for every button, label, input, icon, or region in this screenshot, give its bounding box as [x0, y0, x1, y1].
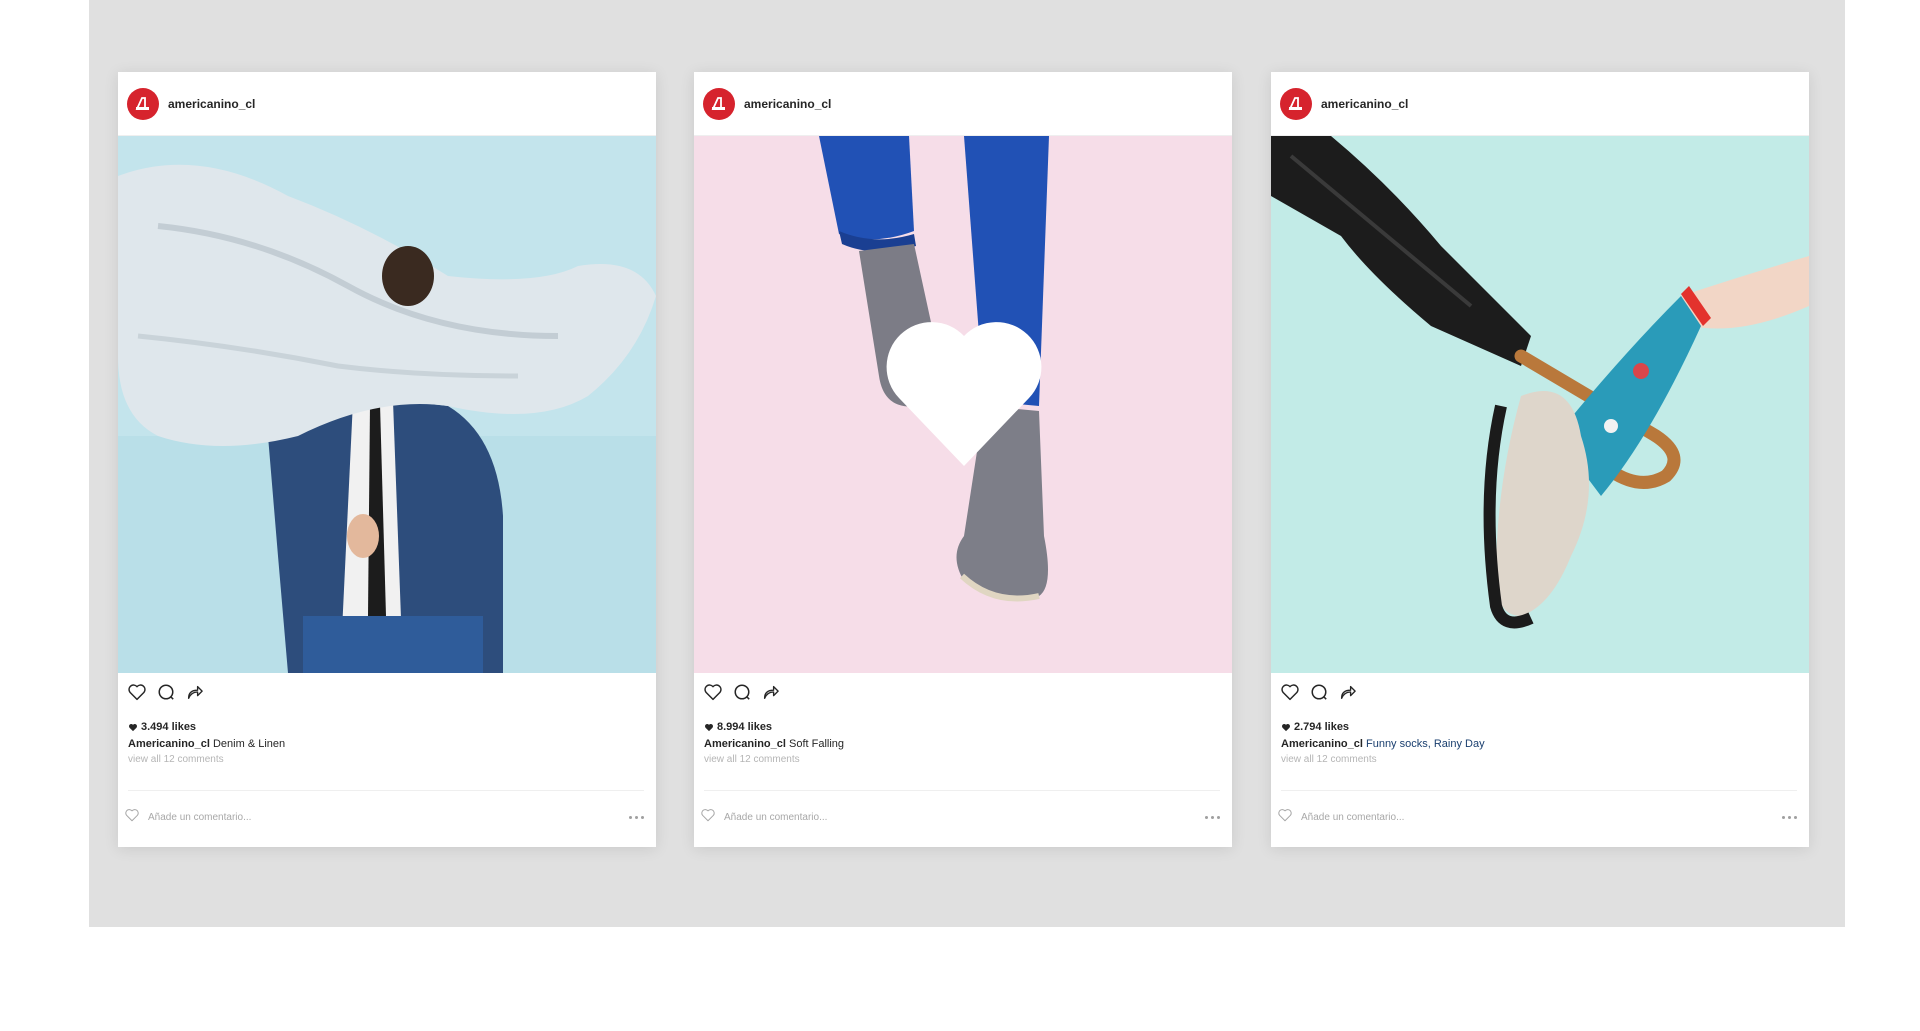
caption-username[interactable]: Americanino_cl	[704, 738, 786, 750]
instagram-post-3: americanino_cl 2.794 likes Americanino_c…	[1271, 72, 1809, 847]
caption-text: Soft Falling	[788, 738, 845, 750]
likes-count[interactable]: 8.994 likes	[704, 721, 1232, 733]
divider	[1281, 790, 1797, 791]
comment-input[interactable]	[1301, 811, 1721, 823]
comment-row	[700, 807, 1220, 827]
more-icon[interactable]	[1782, 815, 1797, 819]
post-header: americanino_cl	[694, 72, 1232, 136]
post-actions	[118, 673, 656, 711]
comment-input[interactable]	[724, 811, 1144, 823]
heart-filled-icon	[1282, 723, 1290, 731]
post-actions	[1271, 673, 1809, 711]
americanino-logo-icon	[1288, 96, 1302, 110]
comment-icon[interactable]	[733, 683, 751, 701]
likes-count[interactable]: 2.794 likes	[1281, 721, 1809, 733]
post-photo[interactable]	[118, 136, 656, 673]
post-caption: Americanino_cl Funny socks, Rainy Day	[1281, 738, 1809, 750]
brand-avatar[interactable]	[127, 87, 159, 120]
americanino-logo-icon	[711, 96, 725, 110]
post-username[interactable]: americanino_cl	[168, 97, 255, 111]
likes-label: 2.794 likes	[1294, 721, 1350, 733]
post-actions	[694, 673, 1232, 711]
comment-input[interactable]	[148, 811, 568, 823]
caption-username[interactable]: Americanino_cl	[1281, 738, 1363, 750]
caption-hashtag-funny-socks[interactable]: Funny socks	[1366, 738, 1428, 750]
post-photo[interactable]	[694, 136, 1232, 673]
divider	[128, 790, 644, 791]
view-all-comments-link[interactable]: view all 12 comments	[1281, 754, 1809, 765]
heart-icon[interactable]	[1277, 808, 1293, 827]
heart-filled-icon	[705, 723, 713, 731]
post-header: americanino_cl	[118, 72, 656, 136]
americanino-logo-icon	[135, 96, 149, 110]
brand-avatar[interactable]	[1280, 87, 1312, 120]
heart-icon[interactable]	[127, 683, 147, 701]
likes-count[interactable]: 3.494 likes	[128, 721, 656, 733]
share-icon[interactable]	[1338, 683, 1356, 701]
instagram-post-1: americanino_cl 3.494 likes Americanino_c…	[118, 72, 656, 847]
caption-hashtag-rainy-day[interactable]: Rainy Day	[1434, 738, 1485, 750]
heart-filled-icon	[129, 723, 137, 731]
heart-icon[interactable]	[124, 808, 140, 827]
post-photo[interactable]	[1271, 136, 1809, 673]
post-caption: Americanino_cl Soft Falling	[704, 738, 1232, 750]
post-username[interactable]: americanino_cl	[1321, 97, 1408, 111]
likes-label: 8.994 likes	[717, 721, 773, 733]
comment-icon[interactable]	[1310, 683, 1328, 701]
post-username[interactable]: americanino_cl	[744, 97, 831, 111]
share-icon[interactable]	[185, 683, 203, 701]
likes-label: 3.494 likes	[141, 721, 197, 733]
heart-icon[interactable]	[1280, 683, 1300, 701]
caption-username[interactable]: Americanino_cl	[128, 738, 210, 750]
presentation-stage: americanino_cl 3.494 likes Americanino_c…	[89, 0, 1845, 927]
heart-icon[interactable]	[703, 683, 723, 701]
comment-icon[interactable]	[157, 683, 175, 701]
view-all-comments-link[interactable]: view all 12 comments	[128, 754, 656, 765]
more-icon[interactable]	[629, 815, 644, 819]
share-icon[interactable]	[761, 683, 779, 701]
brand-avatar[interactable]	[703, 87, 735, 120]
heart-icon[interactable]	[700, 808, 716, 827]
more-icon[interactable]	[1205, 815, 1220, 819]
comment-row	[124, 807, 644, 827]
post-caption: Americanino_cl Denim & Linen	[128, 738, 656, 750]
instagram-post-2: americanino_cl 8.994 likes Americanino_c…	[694, 72, 1232, 847]
comment-row	[1277, 807, 1797, 827]
view-all-comments-link[interactable]: view all 12 comments	[704, 754, 1232, 765]
post-header: americanino_cl	[1271, 72, 1809, 136]
divider	[704, 790, 1220, 791]
caption-text: Denim & Linen	[212, 738, 286, 750]
